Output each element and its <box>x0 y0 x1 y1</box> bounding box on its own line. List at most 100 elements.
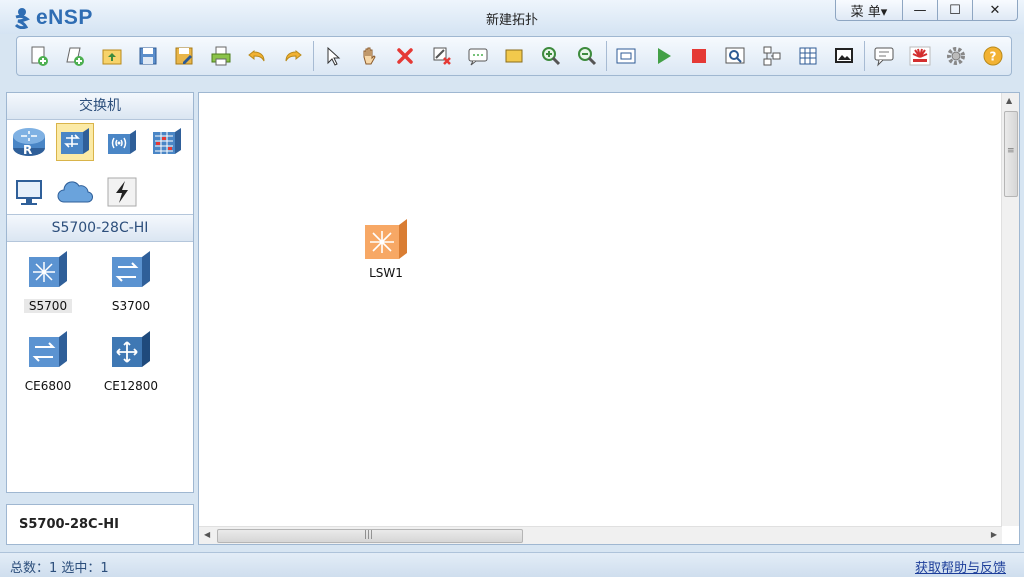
start-device-button[interactable] <box>645 39 681 73</box>
save-icon <box>139 47 157 65</box>
zoom-out-icon <box>578 47 597 66</box>
topology-node-lsw1[interactable]: LSW1 <box>361 217 411 280</box>
maximize-button[interactable]: ☐ <box>937 0 973 21</box>
category-router[interactable]: R <box>10 123 48 161</box>
start-device-icon <box>657 48 671 64</box>
horizontal-scroll-thumb[interactable]: ||| <box>217 529 523 543</box>
forum-button[interactable] <box>866 39 902 73</box>
undo-button[interactable] <box>239 39 275 73</box>
print-button[interactable] <box>203 39 239 73</box>
huawei-button[interactable] <box>902 39 938 73</box>
connection-category-icon <box>107 177 137 207</box>
device-label: CE6800 <box>24 379 72 393</box>
pan-hand-icon <box>363 47 376 65</box>
toolbar-separator <box>312 41 314 71</box>
scroll-left-arrow-icon[interactable]: ◀ <box>204 530 210 539</box>
category-pc[interactable] <box>10 173 48 211</box>
pc-category-icon <box>16 180 42 205</box>
router-category-icon: R <box>13 128 45 157</box>
topology-icon <box>763 46 781 66</box>
save-button[interactable] <box>130 39 166 73</box>
device-label: S5700 <box>24 299 72 313</box>
select-button[interactable] <box>315 39 351 73</box>
huawei-icon <box>909 46 931 66</box>
ce6800-switch-icon <box>29 331 67 367</box>
stop-device-button[interactable] <box>681 39 717 73</box>
stop-device-icon <box>692 49 707 63</box>
save-as-button[interactable] <box>166 39 202 73</box>
node-label: LSW1 <box>369 266 403 280</box>
new-topology-button[interactable] <box>21 39 57 73</box>
help-button[interactable]: ? <box>974 39 1010 73</box>
new-example-button[interactable] <box>57 39 93 73</box>
zoom-in-button[interactable] <box>533 39 569 73</box>
category-switch[interactable] <box>56 123 94 161</box>
cloud-category-icon <box>57 181 94 203</box>
topology-canvas[interactable]: LSW1 ▲ ≡ ◀ ||| ▶ <box>198 92 1020 545</box>
device-ce6800[interactable] <box>27 329 69 371</box>
topology-button[interactable] <box>754 39 790 73</box>
rectangle-icon <box>505 49 523 63</box>
settings-gear-icon <box>947 47 966 65</box>
category-firewall[interactable] <box>148 123 186 161</box>
close-button[interactable]: ✕ <box>972 0 1018 21</box>
device-panel: 交换机 R S5700-28C-HI S5700 S3700 CE6800 CE… <box>6 92 194 493</box>
delete-button[interactable] <box>387 39 423 73</box>
status-bar: 总数：1 选中：1 获取帮助与反馈 <box>0 552 1024 577</box>
capture-button[interactable] <box>717 39 753 73</box>
rectangle-button[interactable] <box>496 39 532 73</box>
minimize-button[interactable]: — <box>902 0 938 21</box>
screenshot-icon <box>835 48 854 63</box>
device-group-title: S5700-28C-HI <box>7 214 193 242</box>
pan-button[interactable] <box>351 39 387 73</box>
menu-button[interactable]: 菜 单▾ <box>835 0 903 21</box>
screenshot-button[interactable] <box>826 39 862 73</box>
settings-button[interactable] <box>938 39 974 73</box>
new-topology-icon <box>31 46 49 66</box>
text-note-icon <box>468 48 488 66</box>
scroll-right-arrow-icon[interactable]: ▶ <box>991 530 997 539</box>
s5700-switch-icon <box>29 251 67 287</box>
category-wlan[interactable] <box>103 123 141 161</box>
help-icon: ? <box>983 46 1003 66</box>
category-connection[interactable] <box>103 173 141 211</box>
wlan-category-icon <box>108 130 136 154</box>
svg-text:R: R <box>23 143 32 157</box>
device-label: CE12800 <box>103 379 159 393</box>
zoom-out-button[interactable] <box>569 39 605 73</box>
fit-view-button[interactable] <box>608 39 644 73</box>
horizontal-scrollbar[interactable]: ◀ ||| ▶ <box>199 526 1002 544</box>
svg-text:?: ? <box>989 50 996 64</box>
open-button[interactable] <box>94 39 130 73</box>
delete-icon <box>397 48 414 64</box>
select-pointer-icon <box>327 46 341 66</box>
ce12800-switch-icon <box>112 331 150 367</box>
device-s5700[interactable] <box>27 249 69 291</box>
capture-icon <box>725 47 745 64</box>
vertical-scrollbar[interactable]: ▲ ≡ <box>1001 93 1019 526</box>
device-s3700[interactable] <box>110 249 152 291</box>
title-bar: eNSP 新建拓扑 菜 单▾ — ☐ ✕ <box>0 0 1024 34</box>
open-icon <box>102 49 122 65</box>
grid-button[interactable] <box>790 39 826 73</box>
undo-icon <box>248 49 265 62</box>
forum-icon <box>874 47 894 67</box>
device-label: S3700 <box>111 299 151 313</box>
device-info-panel: S5700-28C-HI <box>6 504 194 545</box>
category-title: 交换机 <box>7 93 193 120</box>
toolbar-separator <box>606 41 608 71</box>
scroll-up-arrow-icon[interactable]: ▲ <box>1006 96 1012 105</box>
help-feedback-link[interactable]: 获取帮助与反馈 <box>915 557 1006 576</box>
redo-button[interactable] <box>275 39 311 73</box>
status-count-text: 总数：1 选中：1 <box>10 561 109 576</box>
delete-link-button[interactable] <box>424 39 460 73</box>
text-note-button[interactable] <box>460 39 496 73</box>
category-cloud[interactable] <box>56 173 94 211</box>
toolbar-separator <box>863 41 865 71</box>
device-ce12800[interactable] <box>110 329 152 371</box>
main-toolbar: ? <box>16 36 1012 76</box>
switch-category-icon <box>61 128 89 154</box>
vertical-scroll-thumb[interactable]: ≡ <box>1004 111 1018 197</box>
firewall-category-icon <box>153 128 181 154</box>
delete-link-icon <box>433 47 451 65</box>
